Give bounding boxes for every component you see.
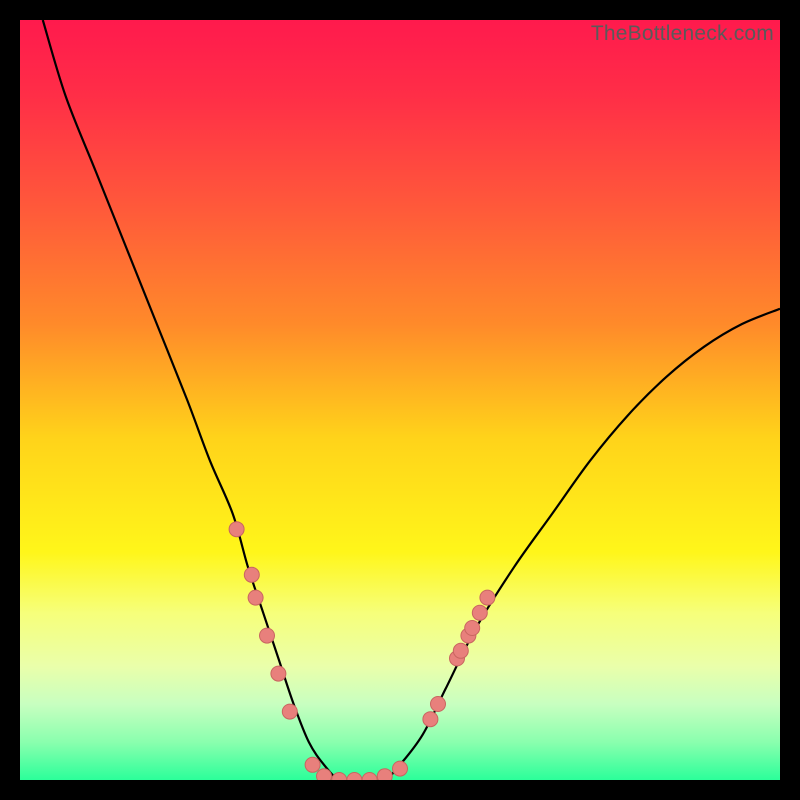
marker-dot [248, 590, 263, 605]
marker-dot [317, 769, 332, 780]
marker-dot [393, 761, 408, 776]
marker-dot [282, 704, 297, 719]
marker-dot [480, 590, 495, 605]
marker-dot [377, 769, 392, 780]
marker-dot [423, 712, 438, 727]
bottleneck-chart [20, 20, 780, 780]
marker-dot [431, 697, 446, 712]
gradient-background [20, 20, 780, 780]
marker-dot [465, 621, 480, 636]
marker-dot [453, 643, 468, 658]
marker-dot [472, 605, 487, 620]
chart-frame: TheBottleneck.com [20, 20, 780, 780]
marker-dot [260, 628, 275, 643]
marker-dot [229, 522, 244, 537]
marker-dot [305, 757, 320, 772]
marker-dot [271, 666, 286, 681]
watermark-label: TheBottleneck.com [591, 22, 774, 46]
marker-dot [244, 567, 259, 582]
